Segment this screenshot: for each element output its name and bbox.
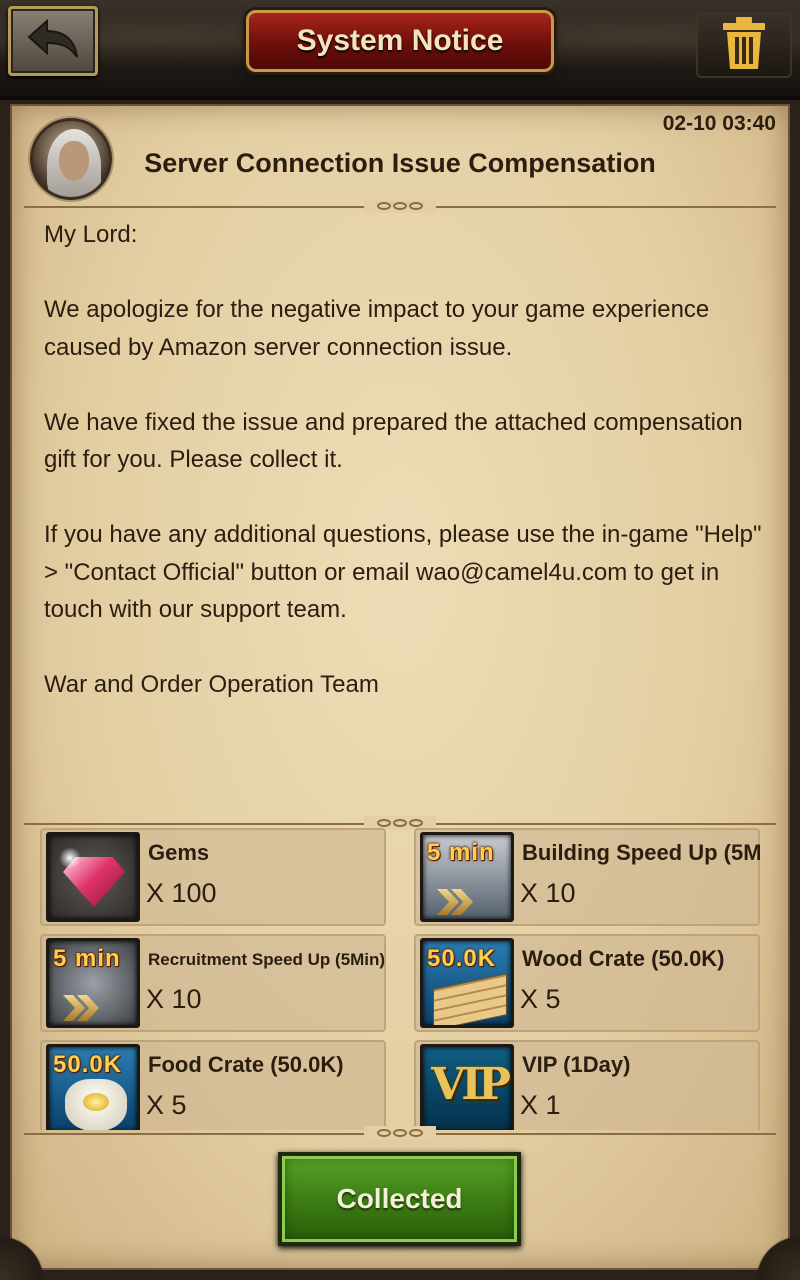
reward-qty: X 10 xyxy=(146,984,202,1014)
body-paragraph: We apologize for the negative impact to … xyxy=(44,296,710,361)
wood-crate-icon: 50.0K xyxy=(420,938,514,1028)
corner-ornament-left xyxy=(0,1220,60,1280)
rewards-divider-bottom xyxy=(24,1126,776,1140)
gem-icon xyxy=(46,832,140,922)
back-button[interactable] xyxy=(8,6,98,76)
reward-item[interactable]: 50.0K Food Crate (50.0K) X 5 xyxy=(40,1040,386,1130)
reward-item[interactable]: 50.0K Wood Crate (50.0K) X 5 xyxy=(414,934,760,1032)
body-paragraph: War and Order Operation Team xyxy=(44,671,379,698)
avatar-icon xyxy=(30,118,112,200)
page-title: System Notice xyxy=(296,24,504,57)
reward-item[interactable]: Gems X 100 xyxy=(40,828,386,926)
reward-name: Food Crate (50.0K) xyxy=(148,1052,344,1077)
body-paragraph xyxy=(44,254,774,292)
reward-icon-overlay: 5 min xyxy=(427,839,495,866)
rewards-list[interactable]: Gems X 100 5 min Building Speed Up (5Min… xyxy=(40,828,760,1130)
page-title-plate: System Notice xyxy=(246,10,554,72)
body-paragraph: My Lord: xyxy=(44,221,138,248)
mail-body: My Lord: We apologize for the negative i… xyxy=(44,216,774,704)
collected-button[interactable]: Collected xyxy=(278,1152,521,1246)
body-paragraph xyxy=(44,479,774,517)
body-paragraph: We have fixed the issue and prepared the… xyxy=(44,408,743,474)
food-crate-icon: 50.0K xyxy=(46,1044,140,1130)
reward-name: Wood Crate (50.0K) xyxy=(522,946,725,971)
mail-timestamp: 02-10 03:40 xyxy=(662,112,776,135)
body-paragraph xyxy=(44,629,774,667)
recruitment-speedup-icon: 5 min xyxy=(46,938,140,1028)
reward-icon-overlay: 50.0K xyxy=(427,945,497,972)
vip-icon: VIP xyxy=(420,1044,514,1130)
back-arrow-icon xyxy=(25,17,81,66)
reward-item[interactable]: 5 min Building Speed Up (5Min) X 10 xyxy=(414,828,760,926)
corner-ornament-right xyxy=(740,1220,800,1280)
delete-button[interactable] xyxy=(696,12,792,78)
reward-icon-overlay: 50.0K xyxy=(53,1051,123,1078)
reward-qty: X 1 xyxy=(520,1090,561,1120)
reward-name: Building Speed Up (5Min) xyxy=(522,840,760,865)
reward-qty: X 5 xyxy=(520,984,561,1014)
header-divider xyxy=(24,199,776,213)
rewards-divider-top xyxy=(24,816,776,830)
mail-title: Server Connection Issue Compensation xyxy=(144,148,656,178)
reward-name: VIP (1Day) xyxy=(522,1052,631,1077)
collected-button-label: Collected xyxy=(336,1183,463,1214)
building-speedup-icon: 5 min xyxy=(420,832,514,922)
reward-qty: X 10 xyxy=(520,878,576,908)
reward-qty: X 100 xyxy=(146,878,217,908)
top-bar: System Notice xyxy=(0,0,800,100)
reward-item[interactable]: VIP VIP (1Day) X 1 xyxy=(414,1040,760,1130)
body-paragraph xyxy=(44,366,774,404)
reward-icon-overlay: 5 min xyxy=(53,945,121,972)
body-paragraph: If you have any additional questions, pl… xyxy=(44,521,762,623)
reward-qty: X 5 xyxy=(146,1090,187,1120)
reward-item[interactable]: 5 min Recruitment Speed Up (5Min) X 10 xyxy=(40,934,386,1032)
reward-name: Gems xyxy=(148,840,210,865)
reward-name: Recruitment Speed Up (5Min) xyxy=(148,950,386,969)
trash-icon xyxy=(720,15,768,76)
